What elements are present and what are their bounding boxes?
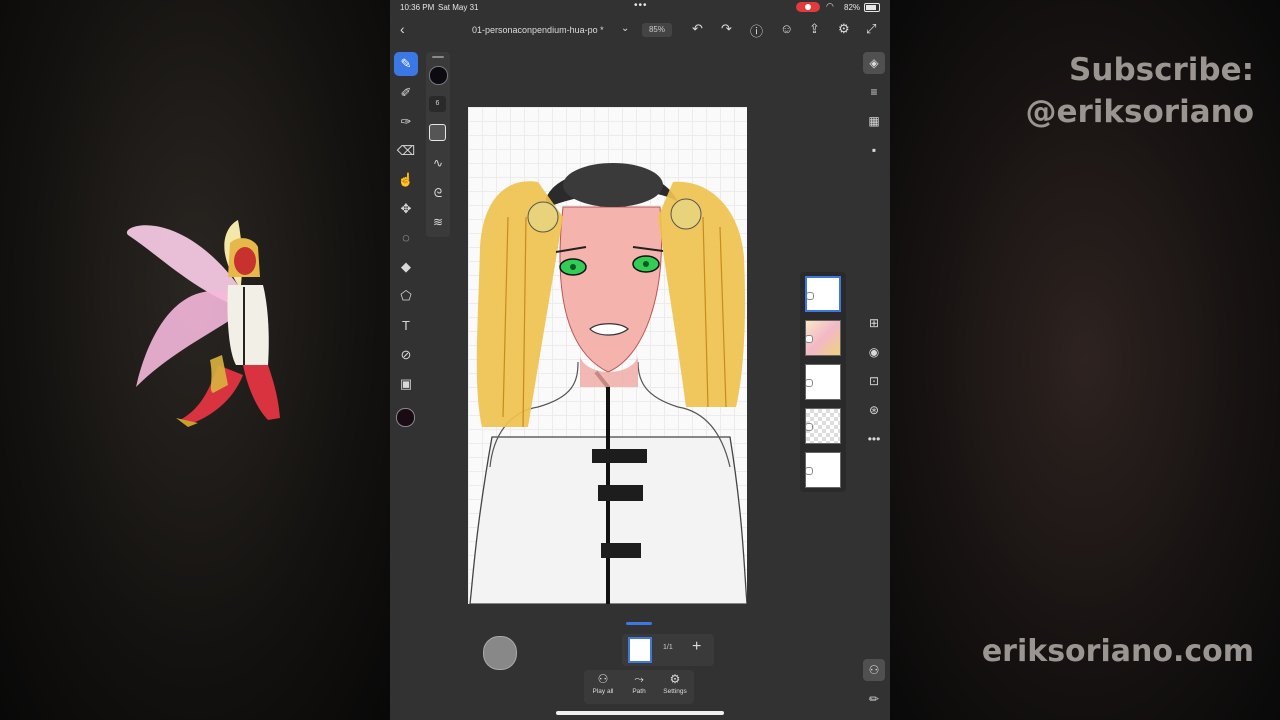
visibility-eye-icon[interactable]: ◉: [863, 341, 885, 363]
redo-icon[interactable]: ↷: [721, 21, 732, 37]
panel-grip-icon[interactable]: [432, 56, 444, 58]
layer-thumbnail-3[interactable]: [805, 364, 841, 400]
brush-options-icon[interactable]: ≋: [428, 215, 448, 229]
layer-visibility-dot[interactable]: [806, 423, 813, 431]
more-options-icon[interactable]: •••: [863, 428, 885, 450]
add-frame-button[interactable]: +: [692, 638, 701, 656]
timeline-handle[interactable]: [626, 622, 652, 625]
frame-counter: 1/1: [663, 644, 673, 651]
subscribe-text: Subscribe:: [1069, 52, 1254, 88]
layer-thumbnail-5[interactable]: [805, 452, 841, 488]
layer-thumbnail-4[interactable]: [805, 408, 841, 444]
eraser-tool-icon[interactable]: ⌫: [394, 139, 418, 163]
channel-handle: @eriksoriano: [1025, 94, 1254, 130]
image-tool-icon[interactable]: ▣: [394, 372, 418, 396]
adjustments-icon[interactable]: ≡: [863, 81, 885, 103]
layers-icon[interactable]: ◈: [863, 52, 885, 74]
status-bar: 10:36 PM Sat May 31 ••• ◠ 82%: [390, 0, 890, 14]
frame-thumbnail[interactable]: [628, 637, 652, 663]
expand-icon[interactable]: ⤢: [866, 21, 876, 37]
brush-settings-panel: 6 ∿ ᘓ ≋: [426, 52, 450, 237]
comment-icon[interactable]: ▪: [863, 139, 885, 161]
layer-properties-icon[interactable]: ⊡: [863, 370, 885, 392]
eyedropper-tool-icon[interactable]: ⊘: [394, 343, 418, 367]
pixel-brush-tool-icon[interactable]: ✎: [394, 52, 418, 76]
chevron-down-icon[interactable]: ⌄: [621, 23, 629, 34]
layer-visibility-dot[interactable]: [806, 379, 813, 387]
play-all-label: Play all: [592, 688, 614, 695]
vector-brush-tool-icon[interactable]: ✑: [394, 110, 418, 134]
touch-shortcut-button[interactable]: [483, 636, 517, 670]
zoom-level[interactable]: 85%: [642, 23, 672, 37]
share-icon[interactable]: ⇪: [809, 21, 820, 37]
multitask-dots[interactable]: •••: [634, 0, 648, 11]
fairy-character-image: [126, 220, 280, 427]
stroke-smoothing-icon[interactable]: ∿: [428, 156, 448, 170]
battery-percent: 82%: [844, 3, 861, 12]
fill-tool-icon[interactable]: ◆: [394, 255, 418, 279]
ipad-screen: 10:36 PM Sat May 31 ••• ◠ 82% ‹ 01-perso…: [390, 0, 890, 720]
battery-icon: [864, 3, 880, 12]
play-all-icon: ⚇: [597, 672, 609, 686]
add-layer-icon[interactable]: ⊞: [863, 312, 885, 334]
background-left-panel: [0, 0, 390, 720]
smudge-tool-icon[interactable]: ☝: [394, 168, 418, 192]
path-button[interactable]: ⤳ Path: [621, 672, 657, 695]
animation-timeline: 1/1 + ⚇ Play all ⤳ Path ⚙ Settings: [390, 610, 890, 720]
brush-color-swatch[interactable]: [429, 66, 448, 85]
path-label: Path: [632, 688, 646, 695]
drawing-canvas[interactable]: [468, 107, 747, 604]
wifi-icon: ◠: [826, 1, 834, 11]
text-tool-icon[interactable]: T: [394, 314, 418, 338]
lasso-tool-icon[interactable]: ◌: [394, 226, 418, 250]
gear-icon: ⚙: [669, 672, 681, 686]
play-all-button[interactable]: ⚇ Play all: [585, 672, 621, 695]
path-icon: ⤳: [634, 672, 644, 686]
layer-visibility-dot[interactable]: [806, 335, 813, 343]
layer-thumbnail-2[interactable]: [805, 320, 841, 356]
settings-label: Settings: [663, 688, 687, 695]
playback-bar: ⚇ Play all ⤳ Path ⚙ Settings: [584, 670, 694, 704]
home-indicator[interactable]: [556, 711, 724, 715]
shape-tool-icon[interactable]: ⬠: [394, 284, 418, 308]
layer-visibility-dot[interactable]: [807, 292, 814, 300]
back-chevron-icon[interactable]: ‹: [400, 21, 405, 37]
layer-thumbnail-1[interactable]: [805, 276, 841, 312]
frame-strip: 1/1 +: [622, 634, 714, 666]
brush-size-value[interactable]: 6: [429, 96, 446, 112]
layers-panel: [800, 272, 846, 492]
blend-mode-icon[interactable]: ⊛: [863, 399, 885, 421]
brush-dynamics-icon[interactable]: ᘓ: [428, 186, 448, 201]
help-icon[interactable]: ⓘ: [750, 21, 763, 40]
screen-record-icon: [796, 2, 820, 12]
color-picker-swatch[interactable]: [396, 408, 415, 427]
layer-visibility-dot[interactable]: [806, 467, 813, 475]
brush-preview-icon[interactable]: [429, 124, 446, 141]
website-text: eriksoriano.com: [981, 634, 1254, 669]
top-toolbar: ‹ 01-personaconpendium-hua-po * ⌄ 85% ↶ …: [390, 16, 890, 44]
status-date: Sat May 31: [438, 3, 479, 12]
settings-button[interactable]: ⚙ Settings: [657, 672, 693, 695]
account-icon[interactable]: ☺: [780, 21, 793, 36]
gear-icon[interactable]: ⚙: [838, 21, 850, 37]
artwork-drawing: [469, 163, 747, 604]
grid-icon[interactable]: ▦: [863, 110, 885, 132]
undo-icon[interactable]: ↶: [692, 21, 703, 37]
document-title[interactable]: 01-personaconpendium-hua-po *: [472, 25, 604, 35]
live-brush-tool-icon[interactable]: ✐: [394, 81, 418, 105]
move-tool-icon[interactable]: ✥: [394, 197, 418, 221]
status-time: 10:36 PM: [400, 3, 435, 12]
